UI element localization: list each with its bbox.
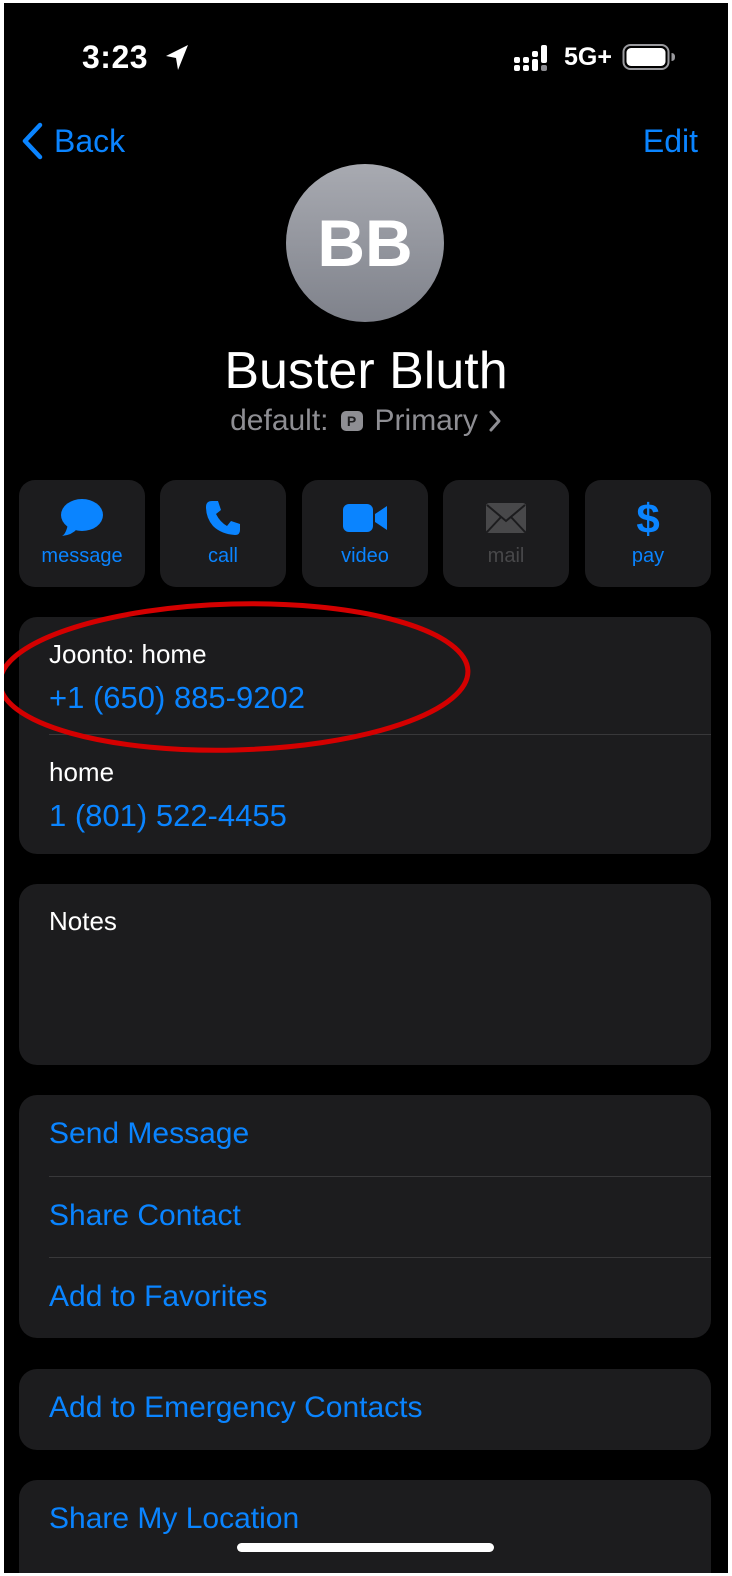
home-indicator[interactable] xyxy=(237,1543,494,1552)
battery-icon xyxy=(622,43,676,76)
chevron-left-icon xyxy=(22,122,43,160)
phone-row-home[interactable]: home 1 (801) 522-4455 xyxy=(19,735,711,852)
add-emergency-contacts-button[interactable]: Add to Emergency Contacts xyxy=(19,1369,711,1450)
video-camera-icon xyxy=(302,498,428,538)
primary-badge-icon: P xyxy=(340,411,363,431)
default-line-button[interactable]: default: P Primary xyxy=(4,404,728,438)
share-contact-button[interactable]: Share Contact xyxy=(19,1177,711,1258)
video-action-button[interactable]: video xyxy=(302,480,428,587)
send-message-button[interactable]: Send Message xyxy=(19,1095,711,1176)
status-time: 3:23 xyxy=(82,39,149,75)
notes-label: Notes xyxy=(49,906,117,936)
video-action-label: video xyxy=(341,545,389,567)
back-button[interactable]: Back xyxy=(20,121,125,161)
share-location-card: Share My Location xyxy=(19,1480,711,1573)
dollar-sign-icon: $ xyxy=(585,497,711,539)
message-action-button[interactable]: message xyxy=(19,480,145,587)
pay-action-label: pay xyxy=(631,545,665,567)
phone-label: Joonto: home xyxy=(49,639,207,669)
call-action-label: call xyxy=(207,545,238,567)
emergency-card: Add to Emergency Contacts xyxy=(19,1369,711,1450)
message-action-label: message xyxy=(41,545,123,567)
phone-numbers-card: Joonto: home +1 (650) 885-9202 home 1 (8… xyxy=(19,617,711,854)
svg-text:$: $ xyxy=(636,497,659,539)
add-emergency-contacts-label: Add to Emergency Contacts xyxy=(49,1391,423,1424)
contact-name: Buster Bluth xyxy=(224,342,508,400)
phone-row-joonto[interactable]: Joonto: home +1 (650) 885-9202 xyxy=(19,617,711,734)
message-bubble-icon xyxy=(19,498,145,538)
phone-number: 1 (801) 522-4455 xyxy=(49,798,287,833)
phone-label: home xyxy=(49,757,115,787)
signal-icon xyxy=(514,45,554,76)
chevron-right-icon xyxy=(489,410,501,432)
edit-button[interactable]: Edit xyxy=(643,123,698,160)
back-label: Back xyxy=(54,122,126,159)
avatar: BB xyxy=(286,164,444,322)
default-prefix: default: xyxy=(230,404,329,437)
mail-action-label: mail xyxy=(487,545,525,567)
share-contact-label: Share Contact xyxy=(49,1199,241,1232)
share-my-location-label: Share My Location xyxy=(49,1502,300,1535)
actions-list-card: Send Message Share Contact Add to Favori… xyxy=(19,1095,711,1338)
send-message-label: Send Message xyxy=(49,1117,250,1150)
network-label: 5G+ xyxy=(564,43,612,71)
default-value: Primary xyxy=(374,404,478,437)
add-to-favorites-button[interactable]: Add to Favorites xyxy=(19,1258,711,1338)
phone-icon xyxy=(160,498,286,538)
mail-envelope-icon xyxy=(443,498,569,538)
pay-action-button[interactable]: $ pay xyxy=(585,480,711,587)
quick-actions: message call video mail $ pay xyxy=(19,480,711,587)
phone-number: +1 (650) 885-9202 xyxy=(49,680,305,715)
mail-action-button[interactable]: mail xyxy=(443,480,569,587)
location-arrow-icon xyxy=(164,43,190,78)
call-action-button[interactable]: call xyxy=(160,480,286,587)
add-to-favorites-label: Add to Favorites xyxy=(49,1280,268,1313)
contact-screen: 3:23 5G+ Back Edit BB Buster Bluth defau… xyxy=(4,3,728,1573)
notes-card[interactable]: Notes xyxy=(19,884,711,1065)
